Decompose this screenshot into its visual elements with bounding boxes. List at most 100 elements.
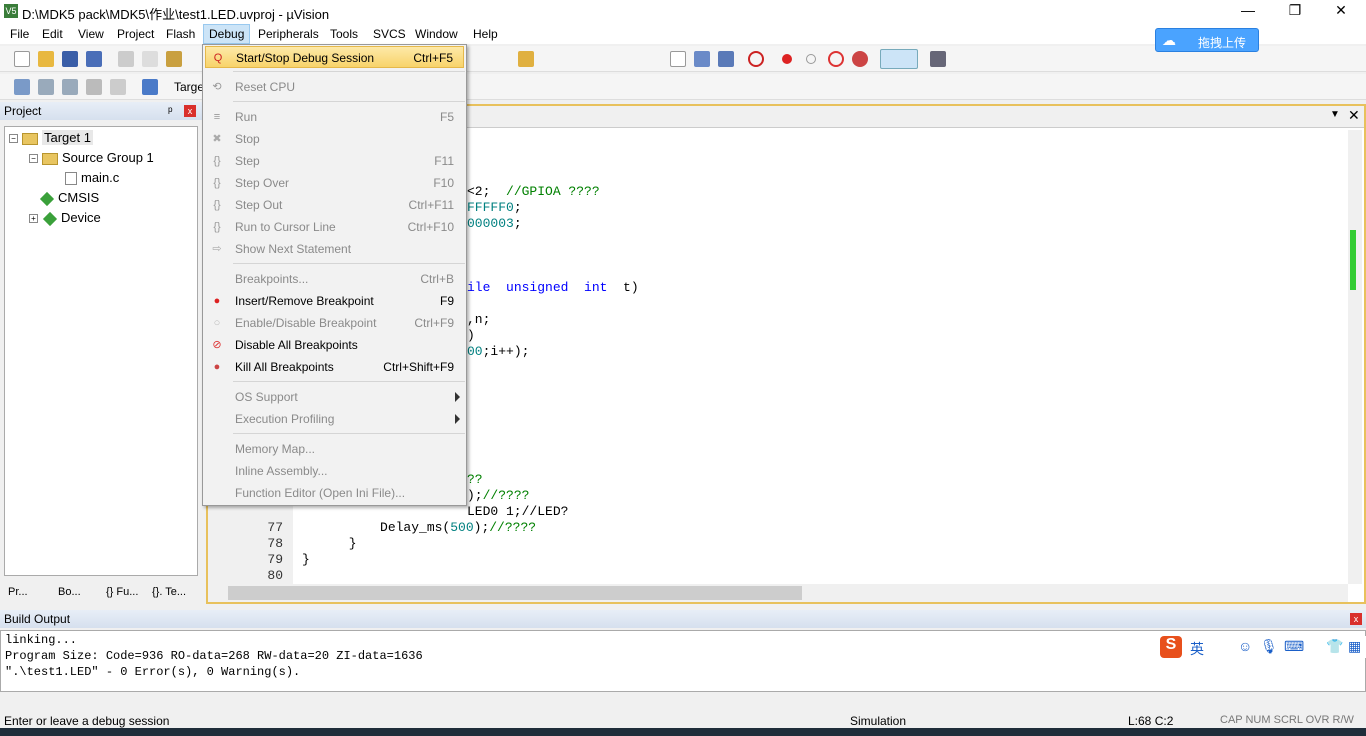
code-line[interactable]: Delay_ms(500);//???? xyxy=(302,520,536,535)
translate-icon[interactable] xyxy=(14,79,30,95)
menu-item-run-to-cursor-line[interactable]: {} Run to Cursor Line Ctrl+F10 xyxy=(205,216,464,238)
menu-item-os-support[interactable]: OS Support xyxy=(205,386,464,408)
cut-icon[interactable] xyxy=(118,51,134,67)
close-panel-icon[interactable]: x xyxy=(1350,613,1362,625)
code-line[interactable]: <2; //GPIOA ???? xyxy=(467,184,600,199)
build-icon[interactable] xyxy=(38,79,54,95)
microphone-icon[interactable]: 🎙 xyxy=(1260,638,1278,655)
horizontal-scrollbar[interactable] xyxy=(208,584,1348,602)
menu-flash[interactable]: Flash xyxy=(166,27,195,41)
copy-icon[interactable] xyxy=(142,51,158,67)
menu-debug[interactable]: Debug xyxy=(203,24,251,44)
menu-item-reset-cpu[interactable]: ⟲ Reset CPU xyxy=(205,76,464,98)
tree-item-main-c[interactable]: main.c xyxy=(65,170,119,186)
menu-item-start-stop-debug-session[interactable]: Q Start/Stop Debug Session Ctrl+F5 xyxy=(205,46,464,68)
find-icon[interactable] xyxy=(694,51,710,67)
debug-icon[interactable] xyxy=(748,51,764,67)
menu-item-stop[interactable]: ✖ Stop xyxy=(205,128,464,150)
rebuild-icon[interactable] xyxy=(62,79,78,95)
menu-file[interactable]: File xyxy=(10,27,29,41)
code-line[interactable]: ?? xyxy=(467,472,483,487)
open-project-icon[interactable] xyxy=(518,51,534,67)
menu-item-enable-disable-breakpoint[interactable]: ○ Enable/Disable Breakpoint Ctrl+F9 xyxy=(205,312,464,334)
menu-item-step-out[interactable]: {} Step Out Ctrl+F11 xyxy=(205,194,464,216)
target-select[interactable]: Targe xyxy=(174,80,204,94)
tree-item-cmsis[interactable]: CMSIS xyxy=(39,190,99,206)
new-file-icon[interactable] xyxy=(14,51,30,67)
hscroll-thumb[interactable] xyxy=(228,586,802,600)
code-line[interactable]: FFFFF0; xyxy=(467,200,522,215)
menu-item-run[interactable]: ≡ Run F5 xyxy=(205,106,464,128)
keyboard-icon[interactable]: ⌨ xyxy=(1284,638,1304,655)
dropdown-icon[interactable] xyxy=(670,51,686,67)
code-line[interactable]: LED0 1;//LED? xyxy=(467,504,568,519)
menu-peripherals[interactable]: Peripherals xyxy=(258,27,319,41)
code-line[interactable]: 000003; xyxy=(467,216,522,231)
tree-item-source-group[interactable]: − Source Group 1 xyxy=(29,150,154,165)
code-line[interactable]: } xyxy=(302,552,310,567)
menu-view[interactable]: View xyxy=(78,27,104,41)
breakpoint-outline-icon[interactable] xyxy=(806,54,816,64)
batch-build-icon[interactable] xyxy=(86,79,102,95)
toolbox-icon[interactable]: ▦ xyxy=(1348,638,1361,655)
tree-item-target[interactable]: − Target 1 xyxy=(9,130,93,145)
menu-item-disable-all-breakpoints[interactable]: ⊘ Disable All Breakpoints xyxy=(205,334,464,356)
paste-icon[interactable] xyxy=(166,51,182,67)
collapse-icon[interactable]: − xyxy=(9,134,18,144)
save-all-icon[interactable] xyxy=(86,51,102,67)
maximize-button[interactable]: ❐ xyxy=(1275,2,1315,19)
minimize-button[interactable]: — xyxy=(1228,2,1268,18)
menu-project[interactable]: Project xyxy=(117,27,154,41)
tab-templates[interactable]: {}. Te... xyxy=(152,586,186,598)
emoji-icon[interactable]: ☺ xyxy=(1238,638,1252,654)
save-icon[interactable] xyxy=(62,51,78,67)
tab-list-icon[interactable]: ▼ xyxy=(1330,109,1340,120)
code-line[interactable]: ile unsigned int t) xyxy=(467,280,639,295)
menu-help[interactable]: Help xyxy=(473,27,498,41)
menu-svcs[interactable]: SVCS xyxy=(373,27,406,41)
vertical-scrollbar[interactable] xyxy=(1348,130,1362,584)
menu-item-breakpoints[interactable]: Breakpoints... Ctrl+B xyxy=(205,268,464,290)
collapse-icon[interactable]: − xyxy=(29,154,38,164)
menu-item-function-editor-open-ini-file[interactable]: Function Editor (Open Ini File)... xyxy=(205,482,464,504)
expand-icon[interactable]: + xyxy=(29,214,38,224)
breakpoint-icon[interactable] xyxy=(782,54,792,64)
menu-item-insert-remove-breakpoint[interactable]: ● Insert/Remove Breakpoint F9 xyxy=(205,290,464,312)
tree-item-device[interactable]: + Device xyxy=(29,210,101,226)
code-line[interactable]: ) xyxy=(467,328,475,343)
code-line[interactable]: ,n; xyxy=(467,312,490,327)
tab-project[interactable]: Pr... xyxy=(8,586,28,598)
code-line[interactable]: } xyxy=(302,536,357,551)
menu-item-show-next-statement[interactable]: ⇨ Show Next Statement xyxy=(205,238,464,260)
open-folder-icon[interactable] xyxy=(38,51,54,67)
menu-item-kill-all-breakpoints[interactable]: ● Kill All Breakpoints Ctrl+Shift+F9 xyxy=(205,356,464,378)
close-panel-icon[interactable]: x xyxy=(184,105,196,117)
menu-item-step-over[interactable]: {} Step Over F10 xyxy=(205,172,464,194)
menu-item-execution-profiling[interactable]: Execution Profiling xyxy=(205,408,464,430)
close-button[interactable]: ✕ xyxy=(1321,2,1361,19)
kill-breakpoints-icon[interactable] xyxy=(852,51,868,67)
ime-mode-toggle[interactable]: 英 xyxy=(1190,639,1204,659)
line-number: 77 xyxy=(267,520,283,535)
close-editor-icon[interactable]: ✕ xyxy=(1348,107,1360,124)
code-line[interactable]: );//???? xyxy=(467,488,529,503)
menu-item-inline-assembly[interactable]: Inline Assembly... xyxy=(205,460,464,482)
upload-button[interactable]: ☁ 拖拽上传 xyxy=(1155,28,1259,52)
wrench-icon[interactable] xyxy=(930,51,946,67)
scroll-thumb[interactable] xyxy=(1350,230,1356,290)
disable-breakpoints-icon[interactable] xyxy=(828,51,844,67)
stop-build-icon[interactable] xyxy=(110,79,126,95)
menu-tools[interactable]: Tools xyxy=(330,27,358,41)
code-line[interactable]: 00;i++); xyxy=(467,344,529,359)
menu-item-memory-map[interactable]: Memory Map... xyxy=(205,438,464,460)
tab-books[interactable]: Bo... xyxy=(58,586,81,598)
window-layout-button[interactable] xyxy=(880,49,918,69)
menu-edit[interactable]: Edit xyxy=(42,27,63,41)
menu-item-step[interactable]: {} Step F11 xyxy=(205,150,464,172)
find-in-files-icon[interactable] xyxy=(718,51,734,67)
load-icon[interactable] xyxy=(142,79,158,95)
menu-window[interactable]: Window xyxy=(415,27,458,41)
skin-icon[interactable]: 👕 xyxy=(1326,638,1343,655)
pin-icon[interactable]: ᵖ xyxy=(168,104,173,118)
tab-functions[interactable]: {} Fu... xyxy=(106,586,138,598)
